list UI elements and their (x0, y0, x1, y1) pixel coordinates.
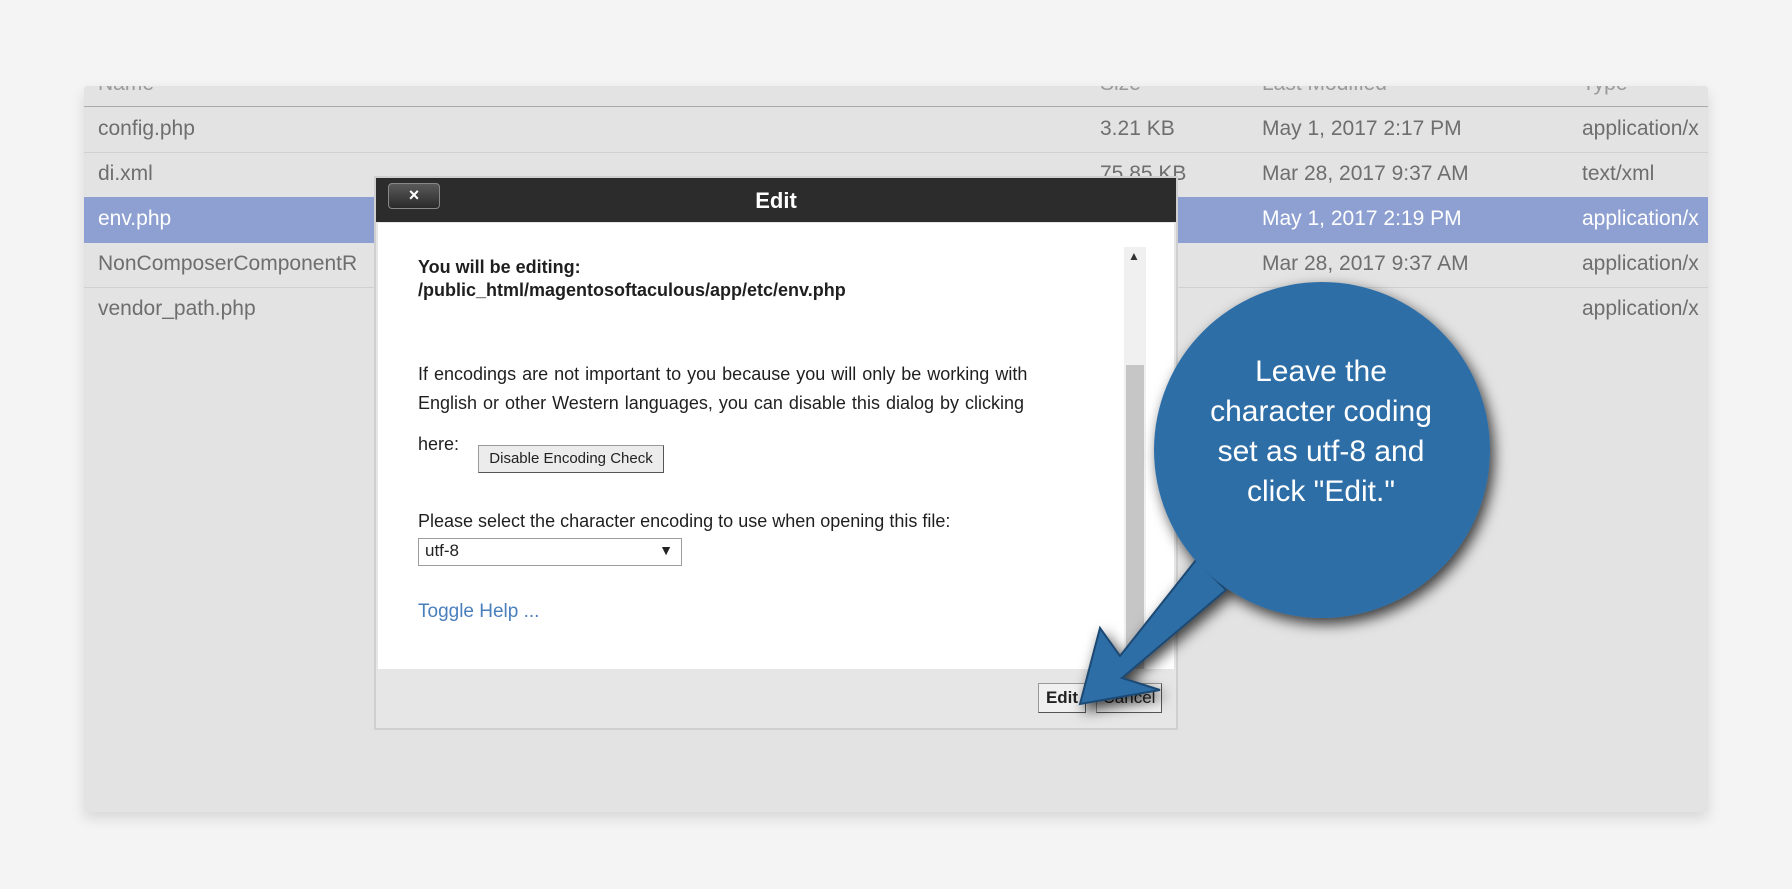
dialog-body: You will be editing: /public_html/magent… (378, 223, 1174, 669)
file-size: 3.21 KB (1100, 117, 1175, 140)
callout-line: character coding (1210, 395, 1432, 428)
dialog-title: Edit (376, 178, 1176, 222)
callout-line: click "Edit." (1247, 475, 1395, 508)
header-size[interactable]: Size (1100, 86, 1141, 96)
file-name: config.php (98, 117, 195, 140)
here-label: here: (418, 434, 460, 454)
encoding-value: utf-8 (425, 541, 460, 560)
file-type: application/x (1582, 252, 1699, 275)
header-modified[interactable]: Last Modified (1262, 86, 1387, 96)
encoding-note-line2: English or other Western languages, you … (418, 393, 1025, 413)
encoding-select[interactable]: utf-8 ▼ (418, 538, 682, 566)
edit-button[interactable]: Edit (1038, 683, 1086, 713)
file-type: application/x (1582, 297, 1699, 320)
file-row[interactable]: config.php 3.21 KB May 1, 2017 2:17 PM a… (84, 107, 1708, 153)
select-encoding-prompt: Please select the character encoding to … (418, 511, 951, 531)
edit-encoding-dialog: Edit × You will be editing: /public_html… (374, 176, 1178, 730)
disable-encoding-check-button[interactable]: Disable Encoding Check (478, 445, 664, 473)
file-modified: Mar 28, 2017 9:37 AM (1262, 252, 1469, 275)
file-modified: :37 AM (1262, 297, 1328, 320)
callout-line: set as utf-8 and (1217, 435, 1425, 468)
dialog-footer: Edit Cancel (376, 669, 1176, 726)
cancel-button[interactable]: Cancel (1096, 683, 1162, 713)
dialog-scrollbar[interactable]: ▲ (1124, 247, 1146, 669)
file-name: vendor_path.php (98, 297, 256, 320)
file-modified: Mar 28, 2017 9:37 AM (1262, 162, 1469, 185)
editing-label: You will be editing: (418, 257, 581, 277)
callout-text: Leave the character coding set as utf-8 … (1168, 352, 1474, 512)
toggle-help-link[interactable]: Toggle Help ... (418, 601, 539, 623)
file-type: application/x (1582, 117, 1699, 140)
header-type[interactable]: Type (1582, 86, 1628, 96)
file-modified: May 1, 2017 2:17 PM (1262, 117, 1462, 140)
file-name: env.php (98, 207, 172, 230)
encoding-note-line1: If encodings are not important to you be… (418, 364, 1028, 384)
editing-path: /public_html/magentosoftaculous/app/etc/… (418, 280, 846, 300)
dropdown-arrow-icon: ▼ (659, 542, 673, 558)
scroll-up-arrow-icon[interactable]: ▲ (1128, 249, 1140, 263)
scroll-thumb[interactable] (1126, 365, 1144, 669)
file-type: application/x (1582, 207, 1699, 230)
file-name: NonComposerComponentR (98, 252, 358, 275)
file-name: di.xml (98, 162, 153, 185)
header-name[interactable]: Name (98, 86, 154, 96)
file-modified: May 1, 2017 2:19 PM (1262, 207, 1462, 230)
file-type: text/xml (1582, 162, 1655, 185)
callout-line: Leave the (1255, 355, 1387, 388)
close-icon[interactable]: × (388, 183, 440, 209)
file-list-header: Name Size Last Modified Type (84, 86, 1708, 107)
